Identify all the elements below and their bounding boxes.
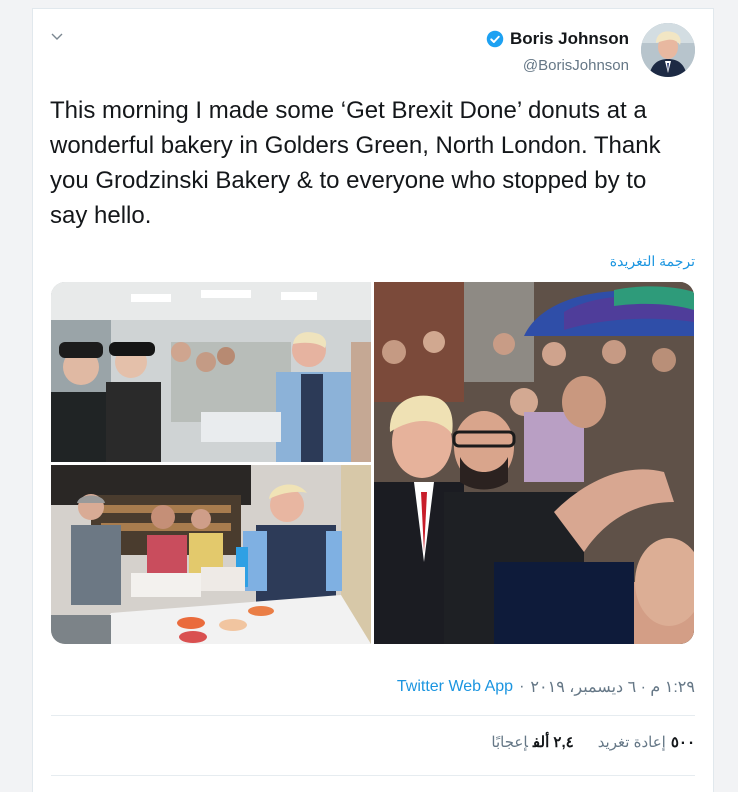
author-name-row[interactable]: Boris Johnson	[486, 29, 629, 49]
like-count[interactable]: ٢,٤ ألفإعجابًا	[491, 733, 573, 751]
photo-bakery-crowd[interactable]	[51, 282, 371, 462]
tweet-meta: Twitter Web App · ١:٢٩ م · ٦ ديسمبر، ٢٠١…	[397, 677, 695, 697]
tweet-media-grid	[51, 282, 694, 644]
author-name[interactable]: Boris Johnson	[510, 29, 629, 49]
meta-separator: ·	[519, 678, 525, 695]
tweet-card: Boris Johnson @BorisJohnson This morning…	[32, 8, 714, 792]
tweet-stats: ٥٠٠إعادة تغريد ٢,٤ ألفإعجابًا	[491, 733, 695, 751]
like-count-value: ٢,٤ ألف	[532, 734, 574, 751]
source-app-link[interactable]: Twitter Web App	[397, 678, 513, 696]
photo-donut-making[interactable]	[51, 465, 371, 644]
like-count-label: إعجابًا	[491, 734, 528, 751]
retweet-count-label: إعادة تغريد	[597, 734, 666, 751]
retweet-count[interactable]: ٥٠٠إعادة تغريد	[598, 733, 695, 751]
tweet-timestamp[interactable]: ١:٢٩ م · ٦ ديسمبر، ٢٠١٩	[530, 677, 695, 697]
avatar[interactable]	[641, 23, 695, 77]
photo-selfie-crowd[interactable]	[374, 282, 694, 644]
divider	[51, 775, 695, 776]
retweet-count-value: ٥٠٠	[670, 734, 695, 751]
tweet-author[interactable]: Boris Johnson @BorisJohnson	[486, 29, 629, 74]
translate-tweet-link[interactable]: ترجمة التغريدة	[610, 253, 695, 270]
tweet-text: This morning I made some ‘Get Brexit Don…	[50, 97, 661, 229]
author-handle[interactable]: @BorisJohnson	[486, 57, 629, 74]
divider	[51, 715, 695, 716]
chevron-down-icon[interactable]	[51, 29, 63, 41]
verified-badge-icon	[486, 30, 504, 48]
